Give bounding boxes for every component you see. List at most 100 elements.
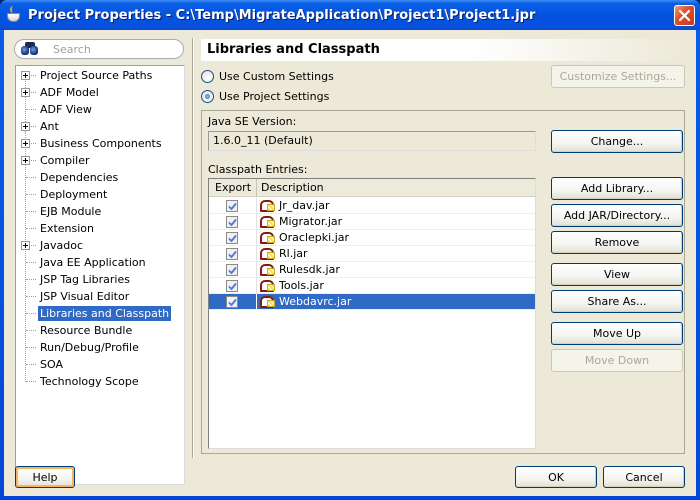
tree-item-label: ADF Model bbox=[40, 86, 99, 99]
tree-item[interactable]: Technology Scope bbox=[16, 373, 184, 390]
table-row[interactable]: Webdavrc.jar bbox=[209, 293, 535, 310]
table-header: Export Description bbox=[209, 179, 535, 197]
description-cell: Rl.jar bbox=[257, 246, 535, 262]
tree-connector bbox=[26, 109, 36, 110]
tree-item[interactable]: JSP Visual Editor bbox=[16, 288, 184, 305]
tree-connector bbox=[26, 364, 36, 365]
jar-library-icon bbox=[260, 231, 276, 244]
add-library-button[interactable]: Add Library... bbox=[551, 177, 683, 200]
tree-item[interactable]: Compiler bbox=[16, 152, 184, 169]
customize-settings-button[interactable]: Customize Settings... bbox=[551, 65, 685, 88]
expand-plus-icon[interactable] bbox=[21, 122, 30, 131]
tree-item[interactable]: ADF Model bbox=[16, 84, 184, 101]
tree-item[interactable]: SOA bbox=[16, 356, 184, 373]
tree-item-label: Javadoc bbox=[40, 239, 83, 252]
radio-button[interactable] bbox=[201, 89, 214, 103]
search-input[interactable]: Search bbox=[14, 39, 184, 59]
table-row[interactable]: Rulesdk.jar bbox=[209, 261, 535, 278]
tree-item[interactable]: Extension bbox=[16, 220, 184, 237]
move-up-button[interactable]: Move Up bbox=[551, 322, 683, 345]
checkmark-icon bbox=[228, 298, 237, 306]
description-cell: Webdavrc.jar bbox=[257, 294, 535, 310]
use-project-settings-radio[interactable]: Use Project Settings bbox=[201, 88, 329, 104]
expand-plus-icon[interactable] bbox=[21, 139, 30, 148]
expand-plus-icon[interactable] bbox=[21, 88, 30, 97]
tree-item[interactable]: Deployment bbox=[16, 186, 184, 203]
radio-label: Use Custom Settings bbox=[219, 69, 334, 83]
checkmark-icon bbox=[228, 282, 237, 290]
description-cell: Migrator.jar bbox=[257, 214, 535, 230]
table-row[interactable]: Jr_dav.jar bbox=[209, 197, 535, 214]
export-checkbox[interactable] bbox=[226, 295, 238, 308]
help-button[interactable]: Help bbox=[15, 466, 75, 488]
move-down-button[interactable]: Move Down bbox=[551, 349, 683, 372]
close-icon bbox=[678, 9, 691, 22]
export-checkbox[interactable] bbox=[226, 279, 238, 292]
export-cell bbox=[209, 245, 257, 262]
tree-item[interactable]: Dependencies bbox=[16, 169, 184, 186]
table-row[interactable]: Oraclepki.jar bbox=[209, 229, 535, 246]
tree-connector bbox=[26, 381, 36, 382]
tree-item[interactable]: Javadoc bbox=[16, 237, 184, 254]
view-button[interactable]: View bbox=[551, 263, 683, 286]
tree-item[interactable]: Run/Debug/Profile bbox=[16, 339, 184, 356]
tree-item[interactable]: ADF View bbox=[16, 101, 184, 118]
description-cell: Tools.jar bbox=[257, 278, 535, 294]
export-checkbox[interactable] bbox=[226, 215, 238, 228]
tree-item-label: Compiler bbox=[40, 154, 90, 167]
description-cell: Rulesdk.jar bbox=[257, 262, 535, 278]
export-cell bbox=[209, 213, 257, 230]
tree-connector bbox=[26, 313, 36, 314]
tree-item[interactable]: EJB Module bbox=[16, 203, 184, 220]
export-checkbox[interactable] bbox=[226, 199, 238, 212]
splitter[interactable] bbox=[192, 38, 194, 458]
tree-item[interactable]: Java EE Application bbox=[16, 254, 184, 271]
tree-item[interactable]: Business Components bbox=[16, 135, 184, 152]
ok-button[interactable]: OK bbox=[515, 466, 597, 488]
table-row[interactable]: Rl.jar bbox=[209, 245, 535, 262]
remove-button[interactable]: Remove bbox=[551, 231, 683, 254]
radio-button[interactable] bbox=[201, 69, 214, 83]
tree-item[interactable]: Project Source Paths bbox=[16, 67, 184, 84]
jar-library-icon bbox=[260, 215, 276, 228]
close-button[interactable] bbox=[674, 5, 695, 26]
column-header-export[interactable]: Export bbox=[209, 179, 257, 197]
column-header-description[interactable]: Description bbox=[257, 179, 535, 197]
tree-item[interactable]: Ant bbox=[16, 118, 184, 135]
title-bar[interactable]: Project Properties - C:\Temp\MigrateAppl… bbox=[0, 0, 700, 30]
change-button[interactable]: Change... bbox=[551, 130, 683, 153]
navigation-tree[interactable]: Project Source Paths ADF Model ADF View Ant… bbox=[15, 65, 185, 485]
expand-plus-icon[interactable] bbox=[21, 71, 30, 80]
use-custom-settings-radio[interactable]: Use Custom Settings bbox=[201, 68, 334, 84]
expand-plus-icon[interactable] bbox=[21, 241, 30, 250]
tree-item-label: Business Components bbox=[40, 137, 162, 150]
cancel-button[interactable]: Cancel bbox=[603, 466, 685, 488]
search-placeholder: Search bbox=[53, 42, 91, 56]
export-checkbox[interactable] bbox=[226, 263, 238, 276]
entry-name: Tools.jar bbox=[279, 279, 324, 292]
tree-connector bbox=[26, 228, 36, 229]
tree-item-label: Technology Scope bbox=[40, 375, 139, 388]
tree-item[interactable]: JSP Tag Libraries bbox=[16, 271, 184, 288]
panel-header: Libraries and Classpath bbox=[201, 39, 685, 61]
tree-item-label: Deployment bbox=[40, 188, 108, 201]
add-jar-directory-button[interactable]: Add JAR/Directory... bbox=[551, 204, 683, 227]
window-title: Project Properties - C:\Temp\MigrateAppl… bbox=[28, 7, 536, 23]
share-as-button[interactable]: Share As... bbox=[551, 290, 683, 313]
tree-item-label: JSP Visual Editor bbox=[40, 290, 130, 303]
jar-library-icon bbox=[260, 247, 276, 260]
tree-connector bbox=[26, 211, 36, 212]
expand-plus-icon[interactable] bbox=[21, 156, 30, 165]
jar-library-icon bbox=[260, 295, 276, 308]
tree-item-label: SOA bbox=[40, 358, 63, 371]
tree-item[interactable]: Libraries and Classpath bbox=[16, 305, 184, 322]
tree-item[interactable]: Resource Bundle bbox=[16, 322, 184, 339]
export-cell bbox=[209, 197, 257, 214]
table-row[interactable]: Migrator.jar bbox=[209, 213, 535, 230]
table-row[interactable]: Tools.jar bbox=[209, 277, 535, 294]
export-checkbox[interactable] bbox=[226, 231, 238, 244]
classpath-table[interactable]: Export Description Jr_dav.jar Migrator.ja… bbox=[208, 178, 536, 449]
tree-item-label: Project Source Paths bbox=[40, 69, 153, 82]
export-checkbox[interactable] bbox=[226, 247, 238, 260]
tree-item-label: Dependencies bbox=[40, 171, 119, 184]
